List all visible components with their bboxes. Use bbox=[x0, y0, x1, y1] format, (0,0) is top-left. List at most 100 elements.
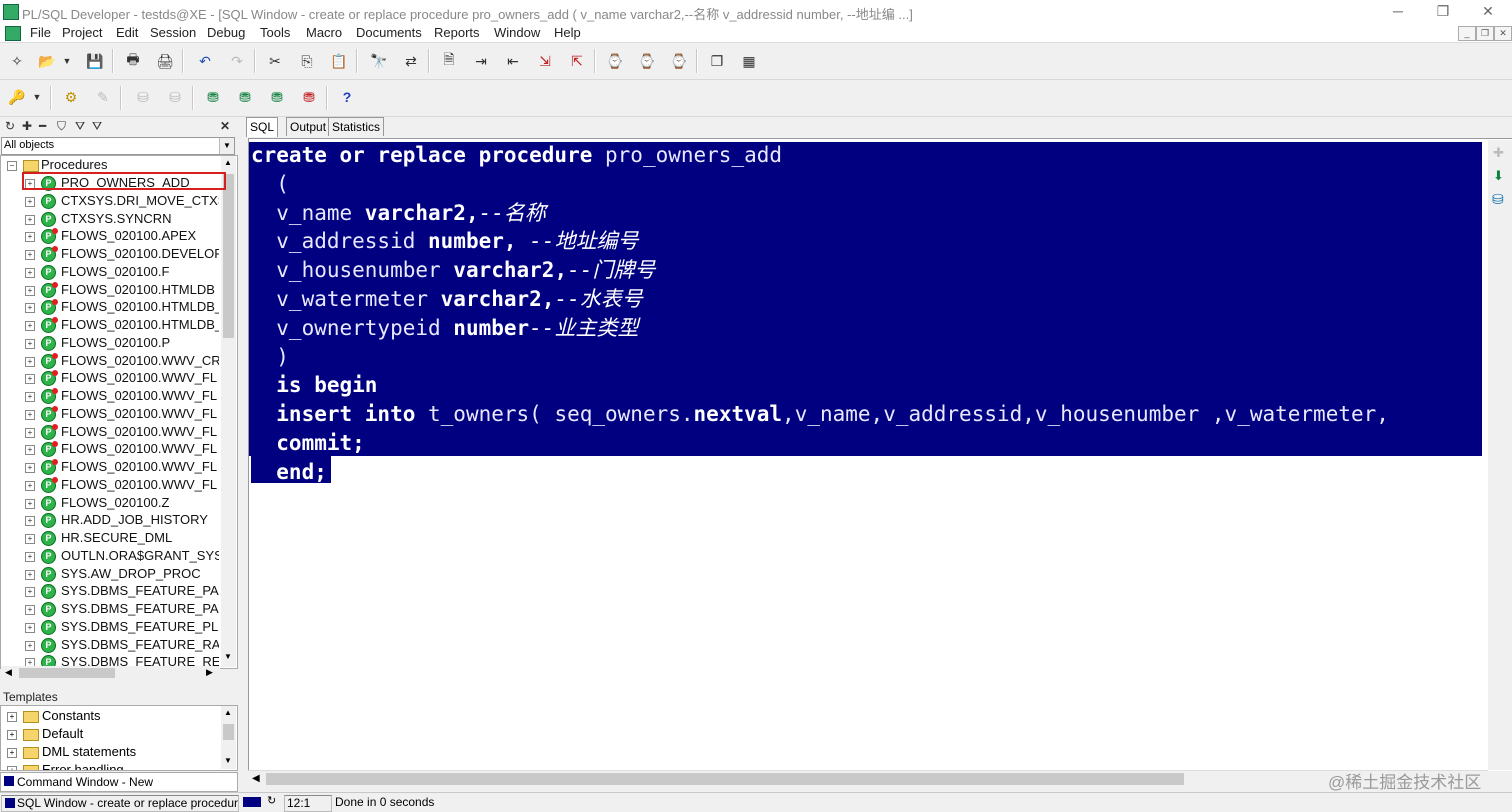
tree-item-procedure[interactable]: + P HR.SECURE_DML bbox=[1, 530, 221, 547]
expand-icon[interactable]: + bbox=[25, 587, 35, 598]
copy-icon[interactable]: ⎘ bbox=[296, 50, 318, 72]
tree-item-procedure[interactable]: + P SYS.AW_DROP_PROC bbox=[1, 566, 221, 583]
menu-project[interactable]: Project bbox=[62, 25, 102, 40]
tree-item-procedure[interactable]: + P OUTLN.ORA$GRANT_SYS bbox=[1, 548, 221, 565]
tab-sql[interactable]: SQL bbox=[246, 117, 279, 137]
tab-output[interactable]: Output bbox=[286, 117, 331, 136]
open-dropdown-icon[interactable]: ▼ bbox=[60, 50, 74, 72]
tile-windows-icon[interactable]: ▦ bbox=[738, 50, 760, 72]
editor-hscroll-thumb[interactable] bbox=[266, 773, 1184, 785]
menu-reports[interactable]: Reports bbox=[434, 25, 480, 40]
expand-icon[interactable]: + bbox=[25, 480, 35, 491]
execute-icon[interactable]: ⚙ bbox=[60, 86, 82, 108]
expand-icon[interactable]: + bbox=[7, 730, 17, 740]
tree-item-procedure[interactable]: + P FLOWS_020100.HTMLDB bbox=[1, 281, 221, 299]
indent-icon[interactable]: ⇥ bbox=[470, 50, 492, 72]
expand-icon[interactable]: + bbox=[25, 338, 35, 349]
expand-icon[interactable]: + bbox=[25, 569, 35, 580]
sql-editor[interactable]: create or replace procedure pro_owners_a… bbox=[248, 138, 1512, 771]
add-icon[interactable]: ✚ bbox=[22, 119, 32, 133]
undo-icon[interactable]: ↶ bbox=[194, 50, 216, 72]
cut-icon[interactable]: ✂ bbox=[264, 50, 286, 72]
tree-hscroll-thumb[interactable] bbox=[19, 668, 115, 678]
expand-icon[interactable]: + bbox=[7, 766, 17, 770]
tree-item-procedure[interactable]: + P FLOWS_020100.WWV_CR bbox=[1, 352, 221, 370]
expand-icon[interactable]: + bbox=[25, 303, 35, 314]
close-browser-icon[interactable]: ✕ bbox=[220, 119, 230, 133]
tree-item-procedure[interactable]: + P SYS.DBMS_FEATURE_PA bbox=[1, 601, 221, 618]
open-icon[interactable]: 📂 bbox=[36, 50, 58, 72]
expand-icon[interactable]: + bbox=[25, 356, 35, 367]
tree-item-procedure[interactable]: + P FLOWS_020100.HTMLDB_ bbox=[1, 299, 221, 316]
mdi-close-icon[interactable]: ✕ bbox=[1494, 26, 1512, 41]
expand-icon[interactable]: + bbox=[25, 409, 35, 420]
document-check-icon[interactable]: 🗎 bbox=[438, 50, 460, 72]
refresh-icon[interactable]: ↻ bbox=[5, 119, 15, 133]
minimize-button[interactable]: ─ bbox=[1375, 0, 1421, 24]
tree-item-procedure[interactable]: + P FLOWS_020100.P bbox=[1, 335, 221, 352]
expand-icon[interactable]: + bbox=[7, 712, 17, 722]
tree-item-procedure[interactable]: + P FLOWS_020100.WWV_FL bbox=[1, 423, 221, 441]
expand-icon[interactable]: + bbox=[25, 374, 35, 385]
tree-scroll-thumb[interactable] bbox=[223, 174, 234, 338]
object-filter-select[interactable]: All objects ▼ bbox=[1, 137, 235, 155]
expand-icon[interactable]: + bbox=[25, 232, 35, 243]
menu-edit[interactable]: Edit bbox=[116, 25, 138, 40]
new-icon[interactable]: ✧ bbox=[6, 50, 28, 72]
help-icon[interactable]: ? bbox=[336, 86, 358, 108]
tree-item-procedure[interactable]: + PFLOWS_020100.DEVELOPER bbox=[1, 246, 221, 263]
comment-icon[interactable]: ⇲ bbox=[534, 50, 556, 72]
scroll-up-icon[interactable]: ▲ bbox=[224, 158, 232, 167]
collapse-icon[interactable]: − bbox=[7, 161, 17, 171]
sort-icon[interactable]: ⛛ bbox=[92, 119, 102, 134]
command-window-tab[interactable]: Command Window - New bbox=[0, 772, 238, 792]
tree-hscroll[interactable]: ◀ ▶ bbox=[1, 666, 220, 680]
disconnect-icon[interactable]: ⛃ bbox=[298, 86, 320, 108]
scroll-up-icon[interactable]: ▲ bbox=[224, 708, 232, 717]
print-icon[interactable]: 🖶 bbox=[122, 50, 144, 72]
tree-vscroll[interactable]: ▲ ▼ bbox=[221, 156, 236, 667]
menu-file[interactable]: File bbox=[30, 25, 51, 40]
mdi-minimize-icon[interactable]: _ bbox=[1458, 26, 1476, 41]
menu-help[interactable]: Help bbox=[554, 25, 581, 40]
expand-icon[interactable]: + bbox=[25, 392, 35, 402]
menu-documents[interactable]: Documents bbox=[356, 25, 422, 40]
template-item[interactable]: + DML statements bbox=[1, 744, 221, 761]
expand-icon[interactable]: + bbox=[7, 748, 17, 758]
expand-icon[interactable]: + bbox=[25, 622, 35, 633]
templates-scroll-thumb[interactable] bbox=[223, 724, 234, 740]
template-item[interactable]: + Constants bbox=[1, 708, 221, 725]
commit-icon[interactable]: ⛁ bbox=[132, 86, 154, 108]
save-icon[interactable]: 💾 bbox=[84, 50, 106, 72]
tree-item-procedure[interactable]: + P FLOWS_020100.WWV_FL bbox=[1, 476, 221, 494]
expand-icon[interactable]: + bbox=[25, 427, 35, 438]
expand-icon[interactable]: + bbox=[25, 267, 35, 278]
tree-item-procedure[interactable]: + P SYS.DBMS_FEATURE_RA bbox=[1, 637, 221, 654]
replace-icon[interactable]: ⇄ bbox=[400, 50, 422, 72]
tab-statistics[interactable]: Statistics bbox=[328, 117, 385, 136]
expand-icon[interactable]: + bbox=[25, 534, 35, 544]
chevron-down-icon[interactable]: ▼ bbox=[219, 138, 234, 154]
unindent-icon[interactable]: ⇤ bbox=[502, 50, 524, 72]
tree-item-procedure[interactable]: + P FLOWS_020100.WWV_FL bbox=[1, 388, 221, 405]
templates-vscroll[interactable]: ▲ ▼ bbox=[221, 706, 236, 769]
download-arrow-icon[interactable]: ⬇ bbox=[1493, 168, 1504, 184]
scroll-left-icon[interactable]: ◀ bbox=[5, 667, 12, 678]
scroll-left-icon[interactable]: ◀ bbox=[252, 773, 260, 784]
tree-item-procedure[interactable]: + P SYS.DBMS_FEATURE_PL bbox=[1, 619, 221, 636]
connect-icon[interactable]: ⛃ bbox=[266, 86, 288, 108]
paste-icon[interactable]: 📋 bbox=[328, 50, 350, 72]
tree-item-procedure[interactable]: + P SYS.DBMS_FEATURE_PA bbox=[1, 583, 221, 600]
expand-icon[interactable]: + bbox=[25, 321, 35, 331]
find-object-icon[interactable]: ⛉ bbox=[57, 119, 66, 134]
redo-icon[interactable]: ↷ bbox=[226, 50, 248, 72]
find-icon[interactable]: 🔭 bbox=[368, 50, 390, 72]
editor-hscroll[interactable]: ◀ bbox=[248, 770, 1488, 788]
debug-run-icon[interactable]: ⌚ bbox=[636, 50, 658, 72]
scroll-down-icon[interactable]: ▼ bbox=[224, 756, 232, 765]
tree-item-procedure[interactable]: + P FLOWS_020100.F bbox=[1, 264, 221, 281]
tree-item-procedure[interactable]: + P FLOWS_020100.APEX bbox=[1, 228, 221, 245]
menu-window[interactable]: Window bbox=[494, 25, 540, 40]
expand-icon[interactable]: + bbox=[25, 214, 35, 225]
expand-icon[interactable]: + bbox=[25, 498, 35, 509]
